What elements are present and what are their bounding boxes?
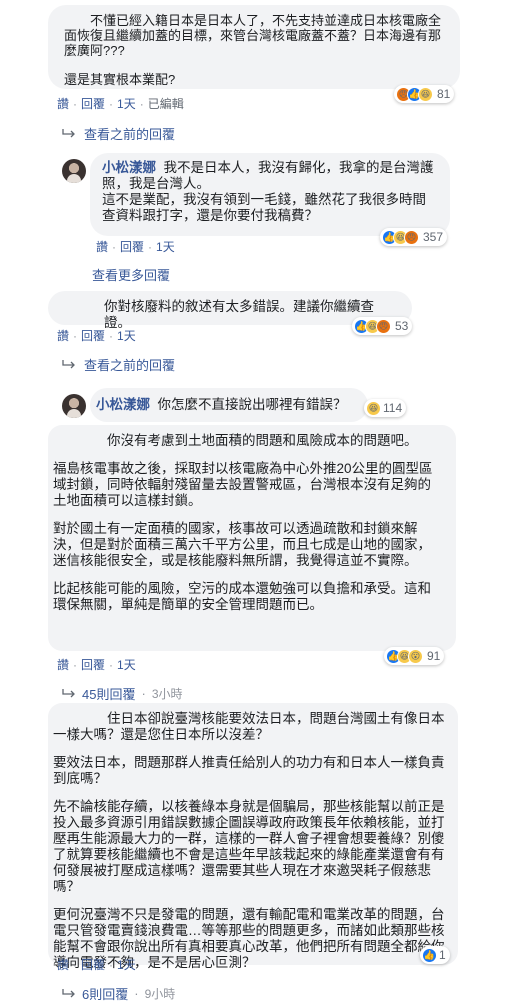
reaction-count: 81 <box>437 87 451 101</box>
comment-text: 比起核能可能的風險，空污的成本還勉強可以負擔和承受。這和環保無關，單純是簡單的安… <box>53 581 431 612</box>
replies-count: 45則回覆 <box>82 687 136 702</box>
timestamp[interactable]: 1天 <box>117 956 136 973</box>
reply-button[interactable]: 回覆 <box>81 327 105 344</box>
reaction-summary[interactable]: 😆 114 <box>364 399 407 417</box>
replies-count: 6則回覆 <box>82 987 129 1002</box>
reaction-count: 357 <box>423 230 444 244</box>
comment-bubble: 不懂已經入籍日本是日本人了，不先支持並達成日本核電廠全面恢復且繼續加蓋的目標，來… <box>48 5 460 89</box>
reaction-count: 1 <box>439 948 446 962</box>
reaction-count: 91 <box>427 649 441 663</box>
comment-text: 對於國土有一定面積的國家，核事故可以透過疏散和封鎖來解決，但是對於面積三萬六千平… <box>53 521 431 568</box>
reaction-summary[interactable]: 😠 👍 😆 81 <box>394 85 455 103</box>
reply-button[interactable]: 回覆 <box>120 238 144 255</box>
avatar[interactable] <box>62 159 86 183</box>
view-previous-replies[interactable]: 查看之前的回覆 <box>62 124 175 143</box>
comment-text: 不懂已經入籍日本是日本人了，不先支持並達成日本核電廠全面恢復且繼續加蓋的目標，來… <box>64 13 442 58</box>
reply-button[interactable]: 回覆 <box>81 956 105 973</box>
reply-arrow-icon <box>62 688 75 697</box>
like-button[interactable]: 讚 <box>57 656 69 673</box>
comment-author[interactable]: 小松漾娜 <box>102 160 156 175</box>
reply-button[interactable]: 回覆 <box>81 656 105 673</box>
like-react-icon: 👍 <box>422 947 437 963</box>
comment-text: 住日本卻說臺灣核能要效法日本，問題台灣國土有像日本一樣大嗎？還是您住日本所以沒差… <box>53 711 445 742</box>
reaction-summary[interactable]: 👍 1 <box>420 946 450 964</box>
reaction-summary[interactable]: 👍 😆 😮 91 <box>384 647 445 665</box>
timestamp[interactable]: 1天 <box>117 95 136 112</box>
timestamp[interactable]: 1天 <box>117 656 136 673</box>
view-replies-link[interactable]: 45則回覆 · 3小時 <box>62 684 183 703</box>
comment-text: 你沒有考慮到土地面積的問題和風險成本的問題吧。 <box>53 433 418 448</box>
view-previous-replies[interactable]: 查看之前的回覆 <box>62 355 175 374</box>
comment-actions: 讚 · 回覆 · 1天 <box>57 956 136 973</box>
like-button[interactable]: 讚 <box>57 956 69 973</box>
replies-time: 3小時 <box>151 687 183 701</box>
comment-text: 這不是業配，我沒有領到一毛錢，雖然花了我很多時間查資料跟打字，還是你要付我稿費？ <box>102 192 426 223</box>
reaction-summary[interactable]: 👍 😆 😠 357 <box>380 228 448 246</box>
reaction-count: 53 <box>395 319 409 333</box>
comment-actions: 讚 · 回覆 · 1天 <box>96 238 175 255</box>
haha-react-icon: 😆 <box>366 400 381 416</box>
like-button[interactable]: 讚 <box>96 238 108 255</box>
replies-time: 9小時 <box>144 987 176 1001</box>
comment-author[interactable]: 小松漾娜 <box>96 397 150 412</box>
angry-react-icon: 😠 <box>404 229 419 245</box>
timestamp[interactable]: 1天 <box>156 238 175 255</box>
like-button[interactable]: 讚 <box>57 95 69 112</box>
comment-actions: 讚 · 回覆 · 1天 <box>57 656 136 673</box>
avatar[interactable] <box>62 394 86 418</box>
angry-react-icon: 😠 <box>376 318 391 334</box>
reply-arrow-icon <box>62 128 75 137</box>
comment-bubble: 住日本卻說臺灣核能要效法日本，問題台灣國土有像日本一樣大嗎？還是您住日本所以沒差… <box>48 703 458 970</box>
reaction-summary[interactable]: 👍 😆 😠 53 <box>352 317 413 335</box>
comment-text: 你怎麼不直接說出哪裡有錯誤？ <box>157 397 347 412</box>
reply-arrow-icon <box>62 359 75 368</box>
reaction-count: 114 <box>383 401 403 415</box>
reply-bubble: 小松漾娜 你怎麼不直接說出哪裡有錯誤？ <box>90 388 368 422</box>
comment-text: 先不論核能存續，以核養綠本身就是個騙局，那些核能幫以前正是投入最多資源引用錯誤數… <box>53 799 445 894</box>
comment-actions: 讚 · 回覆 · 1天 <box>57 327 136 344</box>
view-more-replies[interactable]: 查看更多回覆 <box>92 265 170 284</box>
comment-bubble: 你沒有考慮到土地面積的問題和風險成本的問題吧。 福島核電事故之後，採取封以核電廠… <box>48 425 456 651</box>
comment-actions: 讚 · 回覆 · 1天 · 已編輯 <box>57 95 184 112</box>
view-replies-link[interactable]: 6則回覆 · 9小時 <box>62 984 175 1003</box>
edited-label: 已編輯 <box>147 97 184 111</box>
reply-button[interactable]: 回覆 <box>81 95 105 112</box>
haha-react-icon: 😆 <box>418 86 433 102</box>
timestamp[interactable]: 1天 <box>117 327 136 344</box>
comment-text: 要效法日本，問題那群人推責任給別人的功力有和日本人一樣負責到底嗎？ <box>53 755 445 786</box>
comment-text: 福島核電事故之後，採取封以核電廠為中心外推20公里的圓型區域封鎖，同時依輻射殘留… <box>53 461 433 508</box>
comment-text: 還是其實根本業配? <box>64 72 176 87</box>
reply-arrow-icon <box>62 988 75 997</box>
like-button[interactable]: 讚 <box>57 327 69 344</box>
reply-bubble: 小松漾娜 我不是日本人，我沒有歸化，我拿的是台灣護照，我是台灣人。 這不是業配，… <box>90 153 450 236</box>
wow-react-icon: 😮 <box>408 648 423 664</box>
